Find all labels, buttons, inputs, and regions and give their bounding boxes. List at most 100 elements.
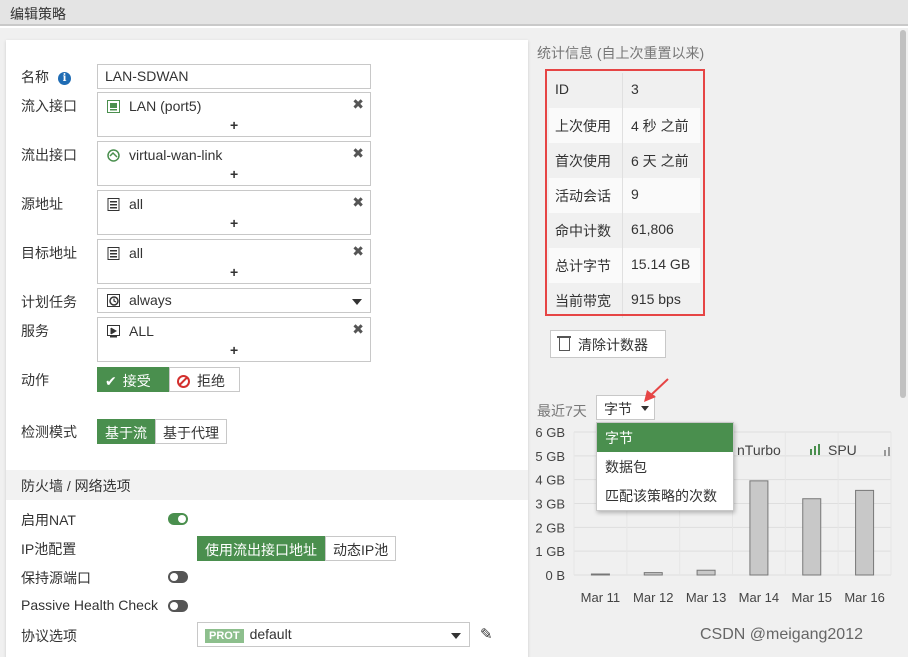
add-destination-button[interactable]: + bbox=[230, 264, 238, 280]
incoming-interface-label: 流入接口 bbox=[21, 98, 77, 114]
remove-outgoing-icon[interactable]: ✖ bbox=[352, 145, 364, 162]
inspection-mode-label: 检测模式 bbox=[21, 424, 77, 440]
add-incoming-button[interactable]: + bbox=[230, 117, 238, 133]
time-range-label: 最近7天 bbox=[537, 403, 587, 419]
statistics-title: 统计信息 (自上次重置以来) bbox=[537, 45, 705, 61]
remove-incoming-icon[interactable]: ✖ bbox=[352, 96, 364, 113]
use-outgoing-interface-button[interactable]: 使用流出接口地址 bbox=[197, 536, 325, 561]
sdwan-icon bbox=[107, 149, 120, 162]
dropdown-option-packets[interactable]: 数据包 bbox=[597, 452, 733, 481]
outgoing-interface-label: 流出接口 bbox=[21, 147, 77, 163]
info-icon[interactable]: i bbox=[58, 72, 71, 85]
y-tick-label: 0 B bbox=[545, 568, 565, 583]
preserve-source-port-toggle[interactable] bbox=[168, 571, 188, 583]
name-label: 名称 bbox=[21, 69, 49, 85]
x-tick-label: Mar 14 bbox=[739, 590, 779, 605]
remove-source-icon[interactable]: ✖ bbox=[352, 194, 364, 211]
outgoing-interface-value: virtual-wan-link bbox=[129, 147, 223, 163]
port-icon bbox=[107, 100, 120, 113]
add-source-button[interactable]: + bbox=[230, 215, 238, 231]
incoming-interface-entry: LAN (port5) bbox=[107, 98, 201, 114]
service-label: 服务 bbox=[21, 323, 49, 339]
schedule-value: always bbox=[129, 292, 172, 308]
x-tick-label: Mar 13 bbox=[686, 590, 726, 605]
chart-bar[interactable] bbox=[802, 498, 822, 576]
y-tick-label: 3 GB bbox=[535, 497, 565, 512]
service-icon bbox=[107, 325, 120, 338]
x-tick-label: Mar 12 bbox=[633, 590, 673, 605]
passive-health-check-toggle[interactable] bbox=[168, 600, 188, 612]
incoming-interface-field[interactable]: LAN (port5) ✖ + bbox=[97, 92, 371, 137]
passive-health-check-label: Passive Health Check bbox=[21, 597, 158, 613]
protocol-options-value: default bbox=[249, 626, 292, 642]
schedule-select[interactable]: always bbox=[97, 288, 371, 313]
deny-button[interactable]: 拒绝 bbox=[169, 367, 240, 392]
legend-nturbo[interactable]: nTurbo bbox=[737, 442, 781, 458]
source-address-label: 源地址 bbox=[21, 196, 63, 212]
source-address-field[interactable]: all ✖ + bbox=[97, 190, 371, 235]
nat-label: 启用NAT bbox=[21, 512, 76, 528]
protocol-options-label: 协议选项 bbox=[21, 628, 77, 644]
firewall-network-section-header: 防火墙 / 网络选项 bbox=[6, 470, 528, 500]
deny-icon bbox=[177, 375, 190, 388]
chart-bar[interactable] bbox=[590, 573, 610, 576]
destination-address-value: all bbox=[129, 245, 144, 261]
protocol-options-select[interactable]: PROT default bbox=[197, 622, 470, 647]
metric-dropdown-menu: 字节 数据包 匹配该策略的次数 bbox=[596, 422, 734, 511]
x-tick-label: Mar 15 bbox=[792, 590, 832, 605]
x-tick-label: Mar 11 bbox=[581, 590, 621, 605]
address-icon bbox=[107, 247, 120, 260]
chart-bar[interactable] bbox=[643, 572, 663, 576]
edit-pencil-icon[interactable]: ✎ bbox=[480, 625, 493, 643]
clock-icon bbox=[107, 294, 120, 307]
service-value: ALL bbox=[129, 323, 154, 339]
content-area: 名称 i LAN-SDWAN 流入接口 LAN (port5) ✖ + 流出接口 … bbox=[0, 28, 908, 657]
clear-counters-button[interactable]: 清除计数器 bbox=[550, 330, 666, 358]
policy-form: 名称 i LAN-SDWAN 流入接口 LAN (port5) ✖ + 流出接口 … bbox=[6, 40, 528, 657]
dropdown-option-bytes[interactable]: 字节 bbox=[597, 423, 733, 452]
bar-chart-icon bbox=[884, 447, 890, 456]
watermark: CSDN @meigang2012 bbox=[700, 626, 863, 643]
action-toggle: ✔ 接受 拒绝 bbox=[97, 367, 240, 392]
chart-bar[interactable] bbox=[749, 480, 769, 576]
y-tick-label: 4 GB bbox=[535, 473, 565, 488]
proxy-based-button[interactable]: 基于代理 bbox=[155, 419, 227, 444]
ip-pool-label: IP池配置 bbox=[21, 541, 77, 557]
chart-bar[interactable] bbox=[696, 569, 716, 576]
name-input[interactable]: LAN-SDWAN bbox=[97, 64, 371, 89]
service-entry: ALL bbox=[107, 323, 154, 339]
window-title: 编辑策略 bbox=[0, 0, 908, 26]
destination-address-label: 目标地址 bbox=[21, 245, 77, 261]
destination-address-entry: all bbox=[107, 245, 143, 261]
add-service-button[interactable]: + bbox=[230, 342, 238, 358]
chevron-down-icon bbox=[352, 299, 362, 305]
scrollbar[interactable] bbox=[898, 28, 908, 657]
name-row-label: 名称 i bbox=[21, 67, 71, 87]
outgoing-interface-field[interactable]: virtual-wan-link ✖ + bbox=[97, 141, 371, 186]
add-outgoing-button[interactable]: + bbox=[230, 166, 238, 182]
dynamic-ip-pool-button[interactable]: 动态IP池 bbox=[325, 536, 397, 561]
outgoing-interface-entry: virtual-wan-link bbox=[107, 147, 222, 163]
y-tick-label: 1 GB bbox=[535, 544, 565, 559]
scrollbar-thumb[interactable] bbox=[900, 30, 906, 398]
remove-destination-icon[interactable]: ✖ bbox=[352, 243, 364, 260]
remove-service-icon[interactable]: ✖ bbox=[352, 321, 364, 338]
x-tick-label: Mar 16 bbox=[844, 590, 884, 605]
service-field[interactable]: ALL ✖ + bbox=[97, 317, 371, 362]
inspection-mode-toggle: 基于流 基于代理 bbox=[97, 419, 227, 444]
y-tick-label: 2 GB bbox=[535, 520, 565, 535]
dropdown-option-hit-count[interactable]: 匹配该策略的次数 bbox=[597, 481, 733, 510]
accept-button[interactable]: ✔ 接受 bbox=[97, 367, 169, 392]
destination-address-field[interactable]: all ✖ + bbox=[97, 239, 371, 284]
y-tick-label: 5 GB bbox=[535, 449, 565, 464]
bar-chart-icon bbox=[810, 444, 820, 455]
chevron-down-icon bbox=[641, 406, 649, 411]
chart-bar[interactable] bbox=[855, 489, 875, 576]
nat-toggle[interactable] bbox=[168, 513, 188, 525]
trash-icon bbox=[557, 336, 571, 351]
flow-based-button[interactable]: 基于流 bbox=[97, 419, 155, 444]
y-tick-label: 6 GB bbox=[535, 425, 565, 440]
schedule-label: 计划任务 bbox=[21, 294, 77, 310]
legend-spu[interactable]: SPU bbox=[810, 442, 857, 458]
protocol-tag: PROT bbox=[205, 629, 244, 643]
